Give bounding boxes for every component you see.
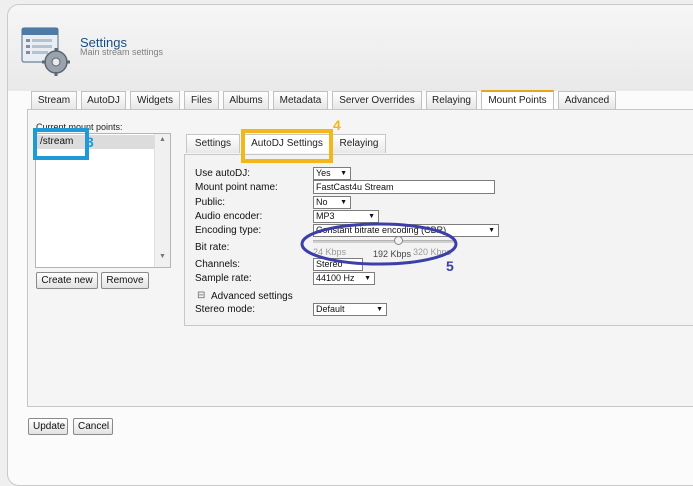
stereo-mode-value: Default: [316, 304, 345, 314]
encoding-type-value: Constant bitrate encoding (CBR): [316, 225, 447, 235]
update-button[interactable]: Update: [28, 418, 68, 435]
audio-encoder-value: MP3: [316, 211, 335, 221]
tab-server-overrides[interactable]: Server Overrides: [332, 91, 422, 109]
tab-files[interactable]: Files: [184, 91, 219, 109]
tab-stream[interactable]: Stream: [31, 91, 77, 109]
tab-widgets[interactable]: Widgets: [130, 91, 180, 109]
mount-points-list[interactable]: /stream ▲ ▼: [35, 133, 171, 268]
collapse-icon[interactable]: ⊟: [197, 290, 205, 301]
encoding-type-select[interactable]: Constant bitrate encoding (CBR) ▼: [313, 224, 499, 237]
encoding-type-label: Encoding type:: [195, 225, 262, 236]
scroll-up-icon[interactable]: ▲: [155, 136, 170, 148]
remove-button[interactable]: Remove: [101, 272, 149, 289]
use-autodj-select[interactable]: Yes ▼: [313, 167, 351, 180]
tab-albums[interactable]: Albums: [223, 91, 269, 109]
bit-rate-current: 192 Kbps: [373, 249, 412, 259]
bit-rate-max: 320 Kbps: [413, 247, 452, 257]
annotation-4: 4: [333, 117, 341, 133]
tab-autodj[interactable]: AutoDJ: [81, 91, 126, 109]
channels-label: Channels:: [195, 259, 241, 270]
bit-rate-slider[interactable]: [313, 240, 455, 243]
cancel-button[interactable]: Cancel: [73, 418, 113, 435]
stereo-mode-select[interactable]: Default ▼: [313, 303, 387, 316]
list-scrollbar[interactable]: ▲ ▼: [154, 134, 170, 267]
public-label: Public:: [195, 197, 226, 208]
subtab-settings[interactable]: Settings: [186, 134, 240, 153]
mount-name-field[interactable]: FastCast4u Stream: [313, 180, 495, 194]
scroll-down-icon[interactable]: ▼: [155, 253, 170, 265]
mount-name-label: Mount point name:: [195, 182, 278, 193]
sample-rate-label: Sample rate:: [195, 273, 252, 284]
mount-points-label: Current mount points:: [36, 122, 123, 132]
dropdown-arrow-icon: ▼: [368, 213, 375, 220]
dropdown-arrow-icon: ▼: [488, 227, 495, 234]
dropdown-arrow-icon: ▼: [340, 199, 347, 206]
settings-app-icon: [20, 22, 72, 78]
dropdown-arrow-icon: ▼: [376, 306, 383, 313]
annotation-5: 5: [446, 258, 454, 274]
use-autodj-label: Use autoDJ:: [195, 168, 251, 179]
bit-rate-min: 24 Kbps: [313, 247, 347, 257]
dropdown-arrow-icon: ▼: [364, 275, 371, 282]
sample-rate-select[interactable]: 44100 Hz ▼: [313, 272, 375, 285]
channels-select[interactable]: Stereo: [313, 258, 363, 271]
tab-metadata[interactable]: Metadata: [273, 91, 328, 109]
channels-value: Stereo: [316, 259, 343, 269]
subtab-relaying[interactable]: Relaying: [332, 134, 386, 153]
use-autodj-value: Yes: [316, 168, 331, 178]
annotation-3: 3: [86, 134, 94, 150]
public-value: No: [316, 197, 328, 207]
public-select[interactable]: No ▼: [313, 196, 351, 209]
audio-encoder-select[interactable]: MP3 ▼: [313, 210, 379, 223]
audio-encoder-label: Audio encoder:: [195, 211, 263, 222]
list-item[interactable]: /stream: [37, 135, 156, 149]
create-new-button[interactable]: Create new: [36, 272, 98, 289]
subtab-autodj-settings[interactable]: AutoDJ Settings: [244, 134, 330, 153]
tab-advanced[interactable]: Advanced: [558, 91, 616, 109]
stereo-mode-label: Stereo mode:: [195, 304, 256, 315]
bit-rate-label: Bit rate:: [195, 242, 230, 253]
sample-rate-value: 44100 Hz: [316, 273, 355, 283]
tab-relaying[interactable]: Relaying: [426, 91, 477, 109]
advanced-settings-toggle[interactable]: Advanced settings: [211, 291, 293, 302]
tab-mount-points[interactable]: Mount Points: [481, 90, 554, 111]
dropdown-arrow-icon: ▼: [340, 170, 347, 177]
page-subtitle: Main stream settings: [80, 47, 164, 57]
